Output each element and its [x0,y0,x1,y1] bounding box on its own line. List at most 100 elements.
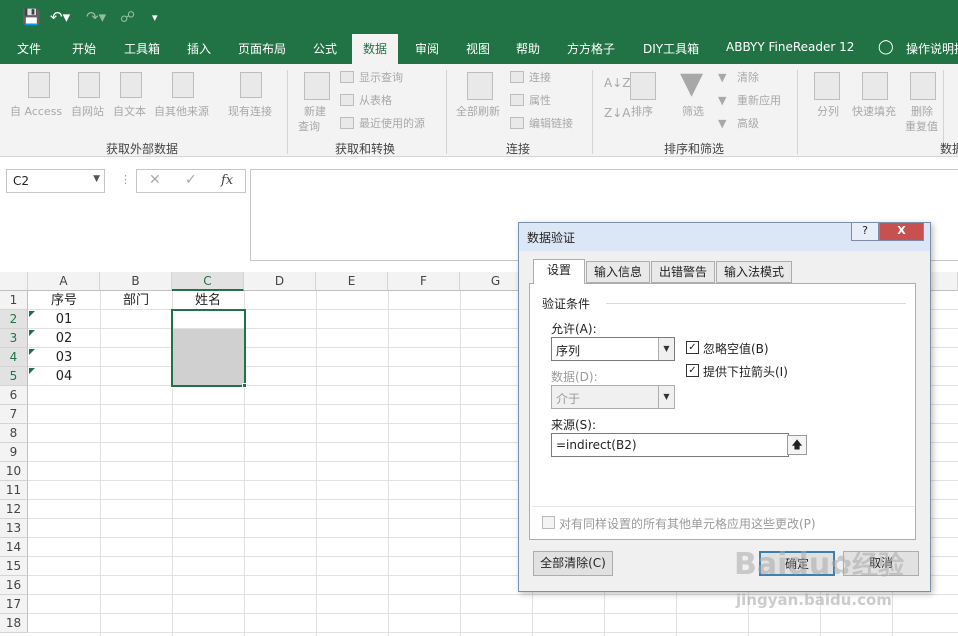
tab-data[interactable]: 数据 [352,34,399,64]
tab-view[interactable]: 视图 [466,40,490,57]
advanced-filter-button[interactable]: 高级 [737,117,759,131]
properties-button[interactable]: 属性 [529,94,551,108]
row-header[interactable]: 1 [0,291,28,310]
tab-formulas[interactable]: 公式 [313,40,337,57]
tab-toolbox[interactable]: 工具箱 [124,40,160,57]
flash-fill-button[interactable]: 快速填充 [852,105,896,119]
enter-icon[interactable]: ✓ [185,172,197,188]
row-header[interactable]: 8 [0,424,28,443]
row-header[interactable]: 11 [0,481,28,500]
error-indicator-icon[interactable] [29,368,35,374]
close-button[interactable]: X [879,223,924,241]
name-box[interactable]: C2 ▼ [6,169,105,193]
customize-icon[interactable]: ▾ [152,9,158,27]
column-header[interactable]: E [316,272,388,291]
row-header[interactable]: 2 [0,310,28,329]
row-header[interactable]: 7 [0,405,28,424]
lightbulb-icon[interactable]: ◯ [878,39,894,55]
cell-a5[interactable]: 04 [28,367,100,386]
row-header[interactable]: 6 [0,386,28,405]
tab-input-message[interactable]: 输入信息 [586,261,650,283]
fill-handle[interactable] [242,383,247,388]
insert-function-icon[interactable]: fx [221,173,233,188]
column-header[interactable]: A [28,272,100,291]
row-header[interactable]: 18 [0,614,28,633]
tab-help[interactable]: 帮助 [516,40,540,57]
from-other-sources-button[interactable]: 自其他来源 [154,105,209,119]
new-query-button[interactable]: 新建 [304,105,326,119]
tab-abbyy[interactable]: ABBYY FineReader 12 [726,40,854,54]
column-header[interactable]: B [100,272,172,291]
cell-a4[interactable]: 03 [28,348,100,367]
column-header[interactable]: D [244,272,316,291]
tab-home[interactable]: 开始 [72,40,96,57]
row-header[interactable]: 16 [0,576,28,595]
from-text-button[interactable]: 自文本 [113,105,146,119]
error-indicator-icon[interactable] [29,349,35,355]
edit-links-button[interactable]: 编辑链接 [529,117,573,131]
error-indicator-icon[interactable] [29,311,35,317]
print-preview-icon[interactable]: ☍ [120,8,135,26]
dialog-title-bar[interactable]: 数据验证 ? X [519,223,930,251]
row-header[interactable]: 5 [0,367,28,386]
cell-a3[interactable]: 02 [28,329,100,348]
clear-filter-button[interactable]: 清除 [737,71,759,85]
tab-insert[interactable]: 插入 [187,40,211,57]
cell-a1[interactable]: 序号 [28,291,100,310]
row-header[interactable]: 3 [0,329,28,348]
source-input[interactable]: =indirect(B2) [551,433,789,457]
row-header[interactable]: 4 [0,348,28,367]
tab-fangfang[interactable]: 方方格子 [567,40,615,57]
tab-settings[interactable]: 设置 [533,259,585,284]
existing-connections-button[interactable]: 现有连接 [228,105,272,119]
in-cell-dropdown-checkbox[interactable]: ✓ [686,364,699,377]
connections-button[interactable]: 连接 [529,71,551,85]
select-all-corner[interactable] [0,272,28,291]
filter-button[interactable]: 筛选 [682,105,704,119]
cell-a2[interactable]: 01 [28,310,100,329]
tell-me-search[interactable]: 操作说明搜 [906,40,958,57]
apply-all-checkbox[interactable] [542,516,555,529]
help-button[interactable]: ? [851,223,879,241]
column-header[interactable]: F [388,272,460,291]
save-icon[interactable]: 💾 [22,8,41,26]
row-header[interactable]: 15 [0,557,28,576]
chevron-down-icon[interactable]: ▼ [658,338,674,360]
cell-c1[interactable]: 姓名 [172,291,244,310]
row-header[interactable]: 14 [0,538,28,557]
cancel-icon[interactable]: ✕ [149,172,161,188]
refresh-all-button[interactable]: 全部刷新 [456,105,500,119]
show-query-button[interactable]: 显示查询 [359,71,403,85]
redo-icon[interactable]: ↷▾ [86,8,106,26]
allow-select[interactable]: 序列 ▼ [551,337,675,361]
tab-error-alert[interactable]: 出错警告 [651,261,715,283]
row-header[interactable]: 12 [0,500,28,519]
row-header[interactable]: 9 [0,443,28,462]
undo-icon[interactable]: ↶▾ [50,8,70,26]
row-header[interactable]: 17 [0,595,28,614]
tab-diy-toolbox[interactable]: DIY工具箱 [643,40,699,57]
row-header[interactable]: 10 [0,462,28,481]
sort-ascending-icon[interactable]: A↓Z [604,76,630,90]
from-table-button[interactable]: 从表格 [359,94,392,108]
column-header[interactable]: C [172,272,244,291]
recent-sources-button[interactable]: 最近使用的源 [359,117,425,131]
reapply-button[interactable]: 重新应用 [737,94,781,108]
sort-button[interactable]: 排序 [631,105,653,119]
tab-ime-mode[interactable]: 输入法模式 [716,261,792,283]
error-indicator-icon[interactable] [29,330,35,336]
collapse-range-icon[interactable]: 🡅 [787,435,807,455]
clear-all-button[interactable]: 全部清除(C) [533,551,613,576]
ignore-blank-checkbox[interactable]: ✓ [686,341,699,354]
from-web-button[interactable]: 自网站 [71,105,104,119]
remove-duplicates-button[interactable]: 删除 [911,105,933,119]
from-access-button[interactable]: 自 Access [10,105,62,119]
tab-file[interactable]: 文件 [17,40,41,57]
tab-page-layout[interactable]: 页面布局 [238,40,286,57]
row-header[interactable]: 13 [0,519,28,538]
tab-review[interactable]: 审阅 [415,40,439,57]
cell-b1[interactable]: 部门 [100,291,172,310]
sort-descending-icon[interactable]: Z↓A [604,106,630,120]
chevron-down-icon[interactable]: ▼ [93,174,100,184]
text-to-columns-button[interactable]: 分列 [817,105,839,119]
